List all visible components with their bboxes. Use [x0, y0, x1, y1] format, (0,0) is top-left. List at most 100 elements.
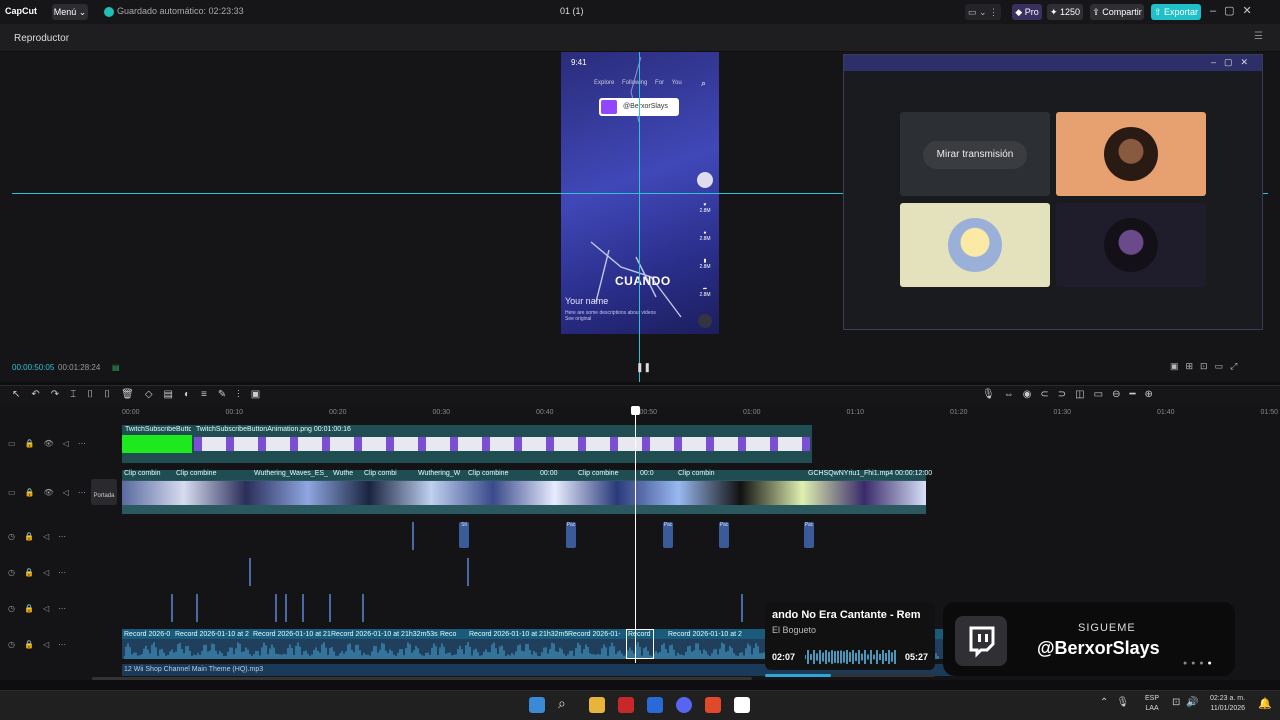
mail-icon[interactable] [647, 697, 663, 713]
notification-icon[interactable]: 🔔 [1258, 697, 1272, 710]
edit-tools[interactable]: ↖↶↷⌶⌷⌷🗑◇▤◐≡✎⫶▣ [12, 389, 271, 400]
twitch-follow-overlay: SIGUEME @BerxorSlays ● ● ● ● [943, 602, 1235, 676]
track-header-audio-1[interactable]: ◷🔒◁⋯ [8, 532, 75, 541]
autosave-icon [104, 7, 114, 17]
cover-button[interactable]: Portada [91, 479, 117, 505]
stream-popup-window[interactable]: –▢✕ Mirar transmisión [843, 54, 1263, 330]
twitch-handle: @BerxorSlays [1037, 638, 1160, 658]
calendar-app-icon[interactable] [618, 697, 634, 713]
vertical-guide [639, 52, 640, 382]
video-clip-label: Clip combin [124, 470, 161, 477]
export-button[interactable]: ⇧ Exportar [1151, 4, 1201, 20]
search-icon[interactable]: ⌕ [558, 695, 566, 712]
discord-icon[interactable] [676, 697, 692, 713]
timeline-tools[interactable]: 🎙⇔◉⊂⊃◫▭⊖━⊕ [982, 389, 1162, 400]
small-audio-clip[interactable]: Pac [566, 522, 576, 548]
timeline-tick: 01:40 [1157, 409, 1175, 416]
menu-button[interactable]: Menú ⌄ [52, 4, 88, 20]
participant-card-2[interactable] [900, 203, 1050, 287]
playhead[interactable] [635, 408, 636, 663]
bookmark-count: 2.8M [699, 264, 711, 270]
app-logo: CapCut [5, 6, 37, 16]
small-audio-clip[interactable]: Pac [663, 522, 673, 548]
marker[interactable] [329, 594, 331, 622]
share-button[interactable]: ⇪ Compartir [1090, 4, 1144, 20]
record-clip-label: Record 2026-01-10 at 21h32m5 [469, 631, 569, 638]
selected-clip[interactable] [626, 629, 654, 659]
small-audio-clip[interactable]: Pac [804, 522, 814, 548]
input-language[interactable]: ESP LAA [1145, 694, 1159, 714]
participant-card-3[interactable] [1056, 203, 1206, 287]
marker[interactable] [171, 594, 173, 622]
song-title: ando No Era Cantante - Rem [772, 609, 921, 621]
menu-label: Menú [53, 7, 77, 17]
watch-stream-button[interactable]: Mirar transmisión [923, 141, 1027, 169]
music-clip-label: 12 Wii Shop Channel Main Theme (HQ).mp3 [124, 666, 264, 673]
popup-titlebar[interactable] [844, 55, 1262, 71]
video-clip-label: Wuthering_Waves_ES_ [254, 470, 328, 477]
marker[interactable] [362, 594, 364, 622]
participant-card-1[interactable] [1056, 112, 1206, 196]
current-time: 00:00:50:05 [12, 363, 55, 372]
popup-window-controls[interactable]: –▢✕ [1211, 57, 1256, 68]
overlay-clip-label-2: TwitchSubscribeButtonAnimation.png 00:01… [196, 426, 351, 433]
total-time: 00:01:28:24 [58, 363, 101, 372]
capcut-icon[interactable] [734, 697, 750, 713]
song-progress-bar[interactable] [765, 674, 935, 677]
track-header-audio-2[interactable]: ◷🔒◁⋯ [8, 568, 75, 577]
participant-avatar-1 [1104, 127, 1158, 181]
song-total-time: 05:27 [905, 652, 929, 662]
small-audio-clip[interactable]: Sti [459, 522, 469, 548]
video-clip-label: Wuthe [333, 470, 354, 477]
file-explorer-icon[interactable] [589, 697, 605, 713]
music-disc-icon [698, 314, 712, 328]
phone-tabs: Explore Following For You [594, 80, 682, 86]
overlay-thumbnails [194, 437, 810, 451]
record-clip-label: Record 2026-01-10 at 21 [253, 631, 331, 638]
carousel-dots: ● ● ● ● [1183, 660, 1213, 667]
track-header-overlay[interactable]: ▭🔒👁◁⋯ [8, 439, 95, 448]
marker[interactable] [196, 594, 198, 622]
video-caption: CUANDO [615, 274, 671, 288]
credits-button[interactable]: ✦ 1250 [1047, 4, 1083, 20]
player-menu-icon[interactable]: ☰ [1254, 31, 1263, 42]
song-current-time: 02:07 [772, 652, 796, 662]
pause-button[interactable]: ❚❚ [636, 362, 651, 373]
player-right-controls[interactable]: ▣⊞⊡▭⤢ [1170, 361, 1244, 372]
marker[interactable] [275, 594, 277, 622]
brave-browser-icon[interactable] [705, 697, 721, 713]
overlay-clip-green[interactable] [122, 435, 192, 453]
video-clip-label: 00:0 [640, 470, 654, 477]
marker[interactable] [467, 558, 469, 586]
small-audio-clip[interactable]: Pac [719, 522, 729, 548]
marker[interactable] [302, 594, 304, 622]
marker[interactable] [741, 594, 743, 622]
player-header [0, 24, 1280, 52]
window-controls[interactable]: –▢✕ [1210, 4, 1260, 17]
participant-avatar-2 [948, 218, 1002, 272]
system-tray[interactable]: ⌃🎙 [1100, 697, 1137, 708]
system-clock[interactable]: 02:23 a. m. 11/01/2026 [1210, 694, 1245, 714]
like-count: 2.8M [699, 208, 711, 214]
participant-avatar-3 [1104, 218, 1158, 272]
profile-icon [697, 172, 713, 188]
cover-label: Portada [93, 493, 115, 499]
track-header-audio-3[interactable]: ◷🔒◁⋯ [8, 604, 75, 613]
layout-button[interactable]: ▭ ⌄ ⋮ [965, 4, 1001, 20]
marker[interactable] [412, 522, 414, 550]
pro-button[interactable]: ◆ Pro [1012, 4, 1042, 20]
tray-icons[interactable]: ⊡🔊 [1172, 697, 1205, 708]
timeline-tick: 00:50 [639, 409, 658, 416]
export-label: Exportar [1164, 7, 1199, 17]
now-playing-widget[interactable]: ando No Era Cantante - Rem El Bogueto 02… [765, 602, 935, 670]
autosave-status: Guardado automático: 02:23:33 [117, 6, 244, 16]
horizontal-scrollbar[interactable] [92, 677, 752, 680]
start-icon[interactable] [529, 697, 545, 713]
track-header-main[interactable]: ▭🔒👁◁⋯ [8, 488, 95, 497]
project-title[interactable]: 01 (1) [560, 6, 584, 16]
marker[interactable] [249, 558, 251, 586]
stream-card[interactable]: Mirar transmisión [900, 112, 1050, 196]
track-header-audio-4[interactable]: ◷🔒◁⋯ [8, 640, 75, 649]
marker[interactable] [285, 594, 287, 622]
video-thumbnails [122, 481, 926, 505]
